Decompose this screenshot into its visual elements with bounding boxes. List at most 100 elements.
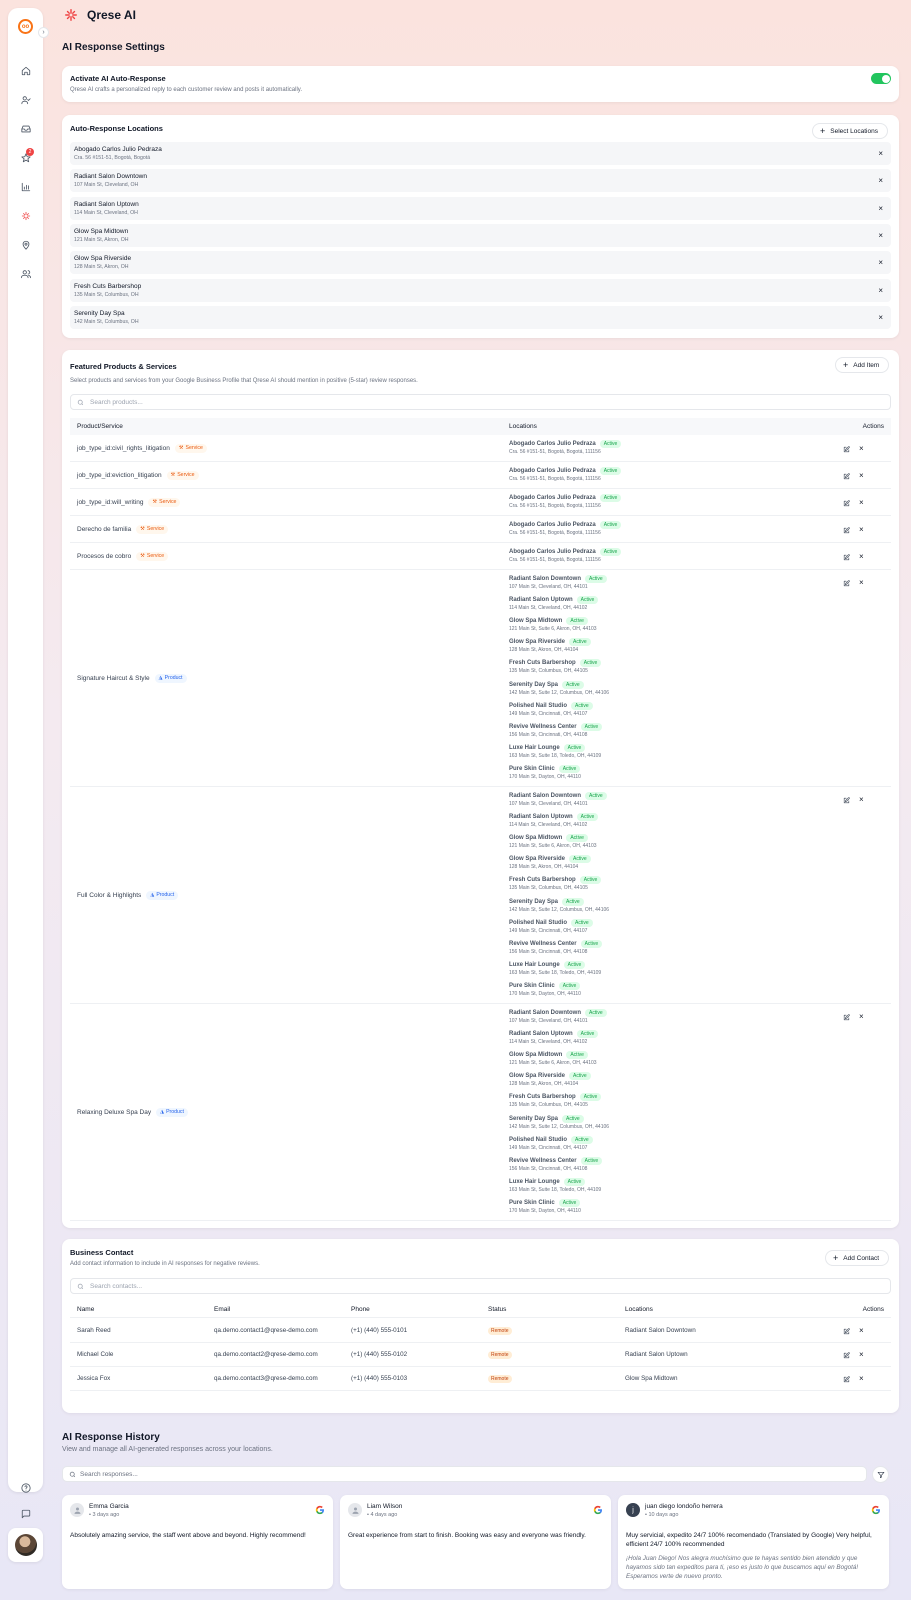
status-badge: Remote bbox=[488, 1375, 512, 1383]
remove-location-icon[interactable]: × bbox=[878, 231, 883, 240]
location-name: Glow Spa Riverside bbox=[74, 255, 132, 263]
product-location-name: Glow Spa Riverside bbox=[509, 639, 566, 646]
sidebar-item-chat[interactable] bbox=[15, 1503, 36, 1524]
edit-icon[interactable] bbox=[843, 1013, 850, 1021]
history-description: View and manage all AI-generated respons… bbox=[62, 1446, 273, 1453]
remove-icon[interactable]: × bbox=[859, 1351, 864, 1359]
remove-icon[interactable]: × bbox=[859, 796, 864, 804]
product-location-name: Polished Nail Studio bbox=[509, 702, 568, 709]
product-location: Pure Skin Clinic Active 170 Main St, Dayto… bbox=[509, 981, 581, 997]
product-location: Glow Spa Midtown Active 121 Main St, Suite… bbox=[509, 1051, 597, 1066]
edit-icon[interactable] bbox=[843, 796, 850, 804]
home-icon bbox=[21, 66, 30, 75]
remove-icon[interactable]: × bbox=[859, 445, 864, 453]
row-actions: × bbox=[843, 472, 864, 480]
product-location-name: Pure Skin Clinic bbox=[509, 1199, 555, 1206]
edit-icon[interactable] bbox=[843, 1327, 850, 1335]
remove-location-icon[interactable]: × bbox=[878, 286, 883, 295]
service-tag: ⚒ Service bbox=[174, 443, 207, 453]
remove-location-icon[interactable]: × bbox=[878, 150, 883, 158]
product-name-cell: job_type_id:eviction_litigation ⚒ Service bbox=[77, 470, 199, 480]
remove-icon[interactable]: × bbox=[859, 499, 864, 507]
remove-icon[interactable]: × bbox=[859, 526, 864, 534]
remove-icon[interactable]: × bbox=[859, 472, 864, 480]
sidebar-item-ai[interactable] bbox=[15, 205, 36, 226]
filter-button[interactable] bbox=[872, 1466, 889, 1483]
contact-row: Sarah Reed qa.demo.contact1@qrese-demo.co… bbox=[70, 1319, 891, 1343]
column-name: Name bbox=[77, 1306, 95, 1313]
product-location-address: 128 Main St, Akron, OH, 44104 bbox=[509, 647, 579, 654]
sidebar-item-help[interactable] bbox=[15, 1477, 36, 1498]
search-contacts-input[interactable]: Search contacts... bbox=[70, 1278, 891, 1294]
review-card[interactable]: j juan diego londoño herrera • 10 days ago… bbox=[618, 1495, 889, 1589]
active-badge: Active bbox=[562, 1114, 584, 1123]
app-logo[interactable]: oo bbox=[18, 19, 33, 34]
featured-products-card: Featured Products & Services Select prod… bbox=[62, 350, 899, 1228]
product-name-cell: job_type_id:will_writing ⚒ Service bbox=[77, 497, 181, 507]
product-location-address: 163 Main St, Suite 18, Toledo, OH, 44109 bbox=[509, 1186, 602, 1193]
edit-icon[interactable] bbox=[843, 1351, 850, 1359]
active-badge: Active bbox=[599, 494, 622, 502]
product-location-address: 128 Main St, Akron, OH, 44104 bbox=[509, 1081, 579, 1088]
remove-icon[interactable]: × bbox=[859, 1375, 864, 1383]
active-badge: Active bbox=[563, 743, 586, 752]
product-location-address: 156 Main St, Cincinnati, OH, 44108 bbox=[509, 731, 588, 738]
sidebar-item-reviews[interactable]: 2 bbox=[15, 147, 36, 168]
product-location-address: Cra. 56 #151-51, Bogotá, Bogotá, 111156 bbox=[509, 476, 601, 482]
remove-icon[interactable]: × bbox=[859, 1013, 864, 1021]
edit-icon[interactable] bbox=[843, 445, 850, 453]
plus-icon: + bbox=[820, 125, 826, 136]
remove-location-icon[interactable]: × bbox=[878, 259, 883, 267]
status-badge: Remote bbox=[488, 1351, 512, 1359]
sidebar-item-inbox[interactable] bbox=[15, 118, 36, 139]
product-name-cell: Full Color & Highlights ◮ Product bbox=[77, 890, 179, 900]
edit-icon[interactable] bbox=[843, 499, 850, 507]
remove-location-icon[interactable]: × bbox=[878, 204, 883, 213]
product-location: Revive Wellness Center Active 156 Main St,… bbox=[509, 722, 603, 738]
remove-icon[interactable]: × bbox=[859, 579, 864, 587]
review-card[interactable]: Liam Wilson • 4 days ago Great experience … bbox=[340, 1495, 611, 1589]
remove-location-icon[interactable]: × bbox=[878, 177, 883, 185]
auto-response-toggle[interactable] bbox=[871, 73, 891, 84]
add-contact-button[interactable]: + Add Contact bbox=[825, 1250, 890, 1266]
review-card[interactable]: Emma Garcia • 3 days ago Absolutely amazin… bbox=[62, 1495, 333, 1589]
product-location-name: Glow Spa Riverside bbox=[509, 856, 566, 863]
sidebar-item-users-check[interactable] bbox=[15, 89, 36, 110]
search-products-input[interactable]: Search products... bbox=[70, 394, 891, 410]
column-product: Product/Service bbox=[77, 423, 123, 430]
remove-icon[interactable]: × bbox=[859, 1327, 864, 1335]
add-item-button[interactable]: + Add Item bbox=[835, 357, 890, 373]
user-avatar[interactable] bbox=[8, 1528, 43, 1562]
edit-icon[interactable] bbox=[843, 579, 850, 587]
product-name: job_type_id:eviction_litigation bbox=[77, 471, 162, 479]
active-badge: Active bbox=[580, 939, 603, 948]
product-name: Procesos de cobro bbox=[77, 552, 132, 560]
sparkle-logo-icon bbox=[63, 7, 79, 23]
active-badge: Active bbox=[585, 575, 607, 583]
sidebar-item-home[interactable] bbox=[15, 60, 36, 81]
sidebar-item-team[interactable] bbox=[15, 263, 36, 284]
product-location: Luxe Hair Lounge Active 163 Main St, Suite… bbox=[509, 743, 601, 759]
select-locations-button[interactable]: + Select Locations bbox=[812, 123, 888, 139]
active-badge: Active bbox=[566, 617, 588, 626]
remove-location-icon[interactable]: × bbox=[878, 313, 883, 322]
active-badge: Active bbox=[580, 722, 603, 731]
review-text: Great experience from start to finish. B… bbox=[348, 1532, 586, 1539]
contacts-table-header: Name Email Phone Status Locations Action… bbox=[70, 1301, 891, 1318]
product-location-name: Revive Wellness Center bbox=[509, 723, 577, 730]
products-title: Featured Products & Services bbox=[70, 362, 177, 371]
search-responses-input[interactable]: Search responses... bbox=[62, 1466, 867, 1482]
product-location: Polished Nail Studio Active 149 Main St, C… bbox=[509, 918, 593, 934]
sidebar-expand-button[interactable]: › bbox=[38, 27, 49, 38]
edit-icon[interactable] bbox=[843, 472, 850, 480]
reviewer-avatar bbox=[70, 1503, 84, 1517]
service-tag: ⚒ Service bbox=[166, 470, 199, 480]
product-location: Revive Wellness Center Active 156 Main St,… bbox=[509, 939, 603, 955]
sidebar-item-locations[interactable] bbox=[15, 234, 36, 255]
edit-icon[interactable] bbox=[843, 553, 850, 561]
sidebar-item-analytics[interactable] bbox=[15, 176, 36, 197]
edit-icon[interactable] bbox=[843, 526, 850, 534]
remove-icon[interactable]: × bbox=[859, 553, 864, 561]
edit-icon[interactable] bbox=[843, 1375, 850, 1383]
location-address: 114 Main St, Cleveland, OH bbox=[74, 209, 138, 216]
